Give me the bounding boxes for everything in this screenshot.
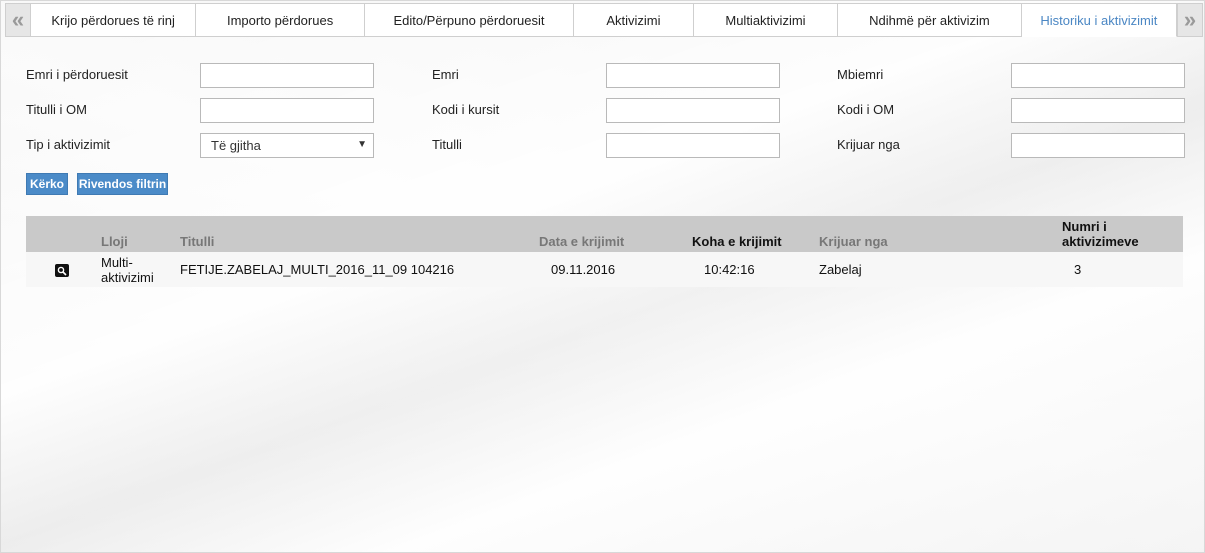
om-code-label: Kodi i OM	[837, 102, 895, 117]
header-created-by[interactable]: Krijuar nga	[819, 234, 888, 249]
created-by-label: Krijuar nga	[837, 137, 900, 152]
title-input[interactable]	[606, 133, 780, 158]
firstname-input[interactable]	[606, 63, 780, 88]
cell-type-line1: Multi-	[101, 255, 133, 270]
tab-activation[interactable]: Aktivizimi	[574, 3, 694, 37]
cell-title: FETIJE.ZABELAJ_MULTI_2016_11_09 104216	[180, 262, 455, 277]
table-header: Lloji Titulli Data e krijimit Koha e kri…	[26, 216, 1183, 252]
activation-type-label: Tip i aktivizimit	[26, 137, 111, 152]
search-button[interactable]: Kërko	[26, 173, 68, 195]
tab-activation-history[interactable]: Historiku i aktivizimit	[1021, 3, 1178, 37]
om-title-label: Titulli i OM	[26, 102, 87, 117]
header-type[interactable]: Lloji	[101, 234, 128, 249]
activation-type-value: Të gjitha	[211, 138, 261, 153]
tab-bar: « Krijo përdorues të rinj Importo përdor…	[5, 3, 1204, 37]
tab-create-users[interactable]: Krijo përdorues të rinj	[30, 3, 197, 37]
cell-count: 3	[1074, 262, 1082, 277]
table-row: Multi- aktivizimi FETIJE.ZABELAJ_MULTI_2…	[26, 252, 1183, 287]
header-title[interactable]: Titulli	[180, 234, 214, 249]
filter-row-1: Emri i përdoruesit Emri Mbiemri	[26, 63, 1186, 89]
title-label: Titulli	[432, 137, 462, 152]
cell-created-date: 09.11.2016	[551, 262, 616, 277]
header-created-time[interactable]: Koha e krijimit	[692, 234, 782, 249]
created-by-input[interactable]	[1011, 133, 1185, 158]
tab-edit-users[interactable]: Edito/Përpuno përdoruesit	[364, 3, 575, 37]
username-input[interactable]	[200, 63, 374, 88]
content-frame: « Krijo përdorues të rinj Importo përdor…	[0, 0, 1205, 553]
filter-row-2: Titulli i OM Kodi i kursit Kodi i OM	[26, 98, 1186, 124]
cell-created-by: Zabelaj	[819, 262, 862, 277]
magnifier-icon	[57, 266, 67, 276]
filter-row-3: Tip i aktivizimit Të gjitha ▼ Titulli Kr…	[26, 133, 1186, 159]
cell-type-line2: aktivizimi	[101, 270, 154, 285]
om-title-input[interactable]	[200, 98, 374, 123]
caret-down-icon: ▼	[357, 139, 367, 150]
reset-filter-button[interactable]: Rivendos filtrin	[77, 173, 168, 195]
tabs-next-button[interactable]: »	[1177, 3, 1204, 37]
course-code-label: Kodi i kursit	[432, 102, 500, 117]
header-count-line1[interactable]: Numri i	[1062, 219, 1107, 234]
course-code-input[interactable]	[606, 98, 780, 123]
cell-created-time: 10:42:16	[704, 262, 755, 277]
double-chevron-left-icon: «	[11, 7, 25, 32]
tab-activation-help[interactable]: Ndihmë për aktivizim	[838, 3, 1022, 37]
view-details-button[interactable]	[55, 264, 69, 277]
om-code-input[interactable]	[1011, 98, 1185, 123]
tab-import-users[interactable]: Importo përdorues	[196, 3, 365, 37]
header-created-date[interactable]: Data e krijimit	[539, 234, 624, 249]
lastname-input[interactable]	[1011, 63, 1185, 88]
username-label: Emri i përdoruesit	[26, 67, 128, 82]
lastname-label: Mbiemri	[837, 67, 884, 82]
header-count-line2[interactable]: aktivizimeve	[1062, 234, 1139, 249]
tab-multiactivation[interactable]: Multiaktivizimi	[693, 3, 839, 37]
tabs-prev-button[interactable]: «	[5, 3, 31, 37]
firstname-label: Emri	[432, 67, 459, 82]
double-chevron-right-icon: »	[1183, 7, 1197, 32]
activation-type-select[interactable]: Të gjitha ▼	[200, 133, 374, 158]
